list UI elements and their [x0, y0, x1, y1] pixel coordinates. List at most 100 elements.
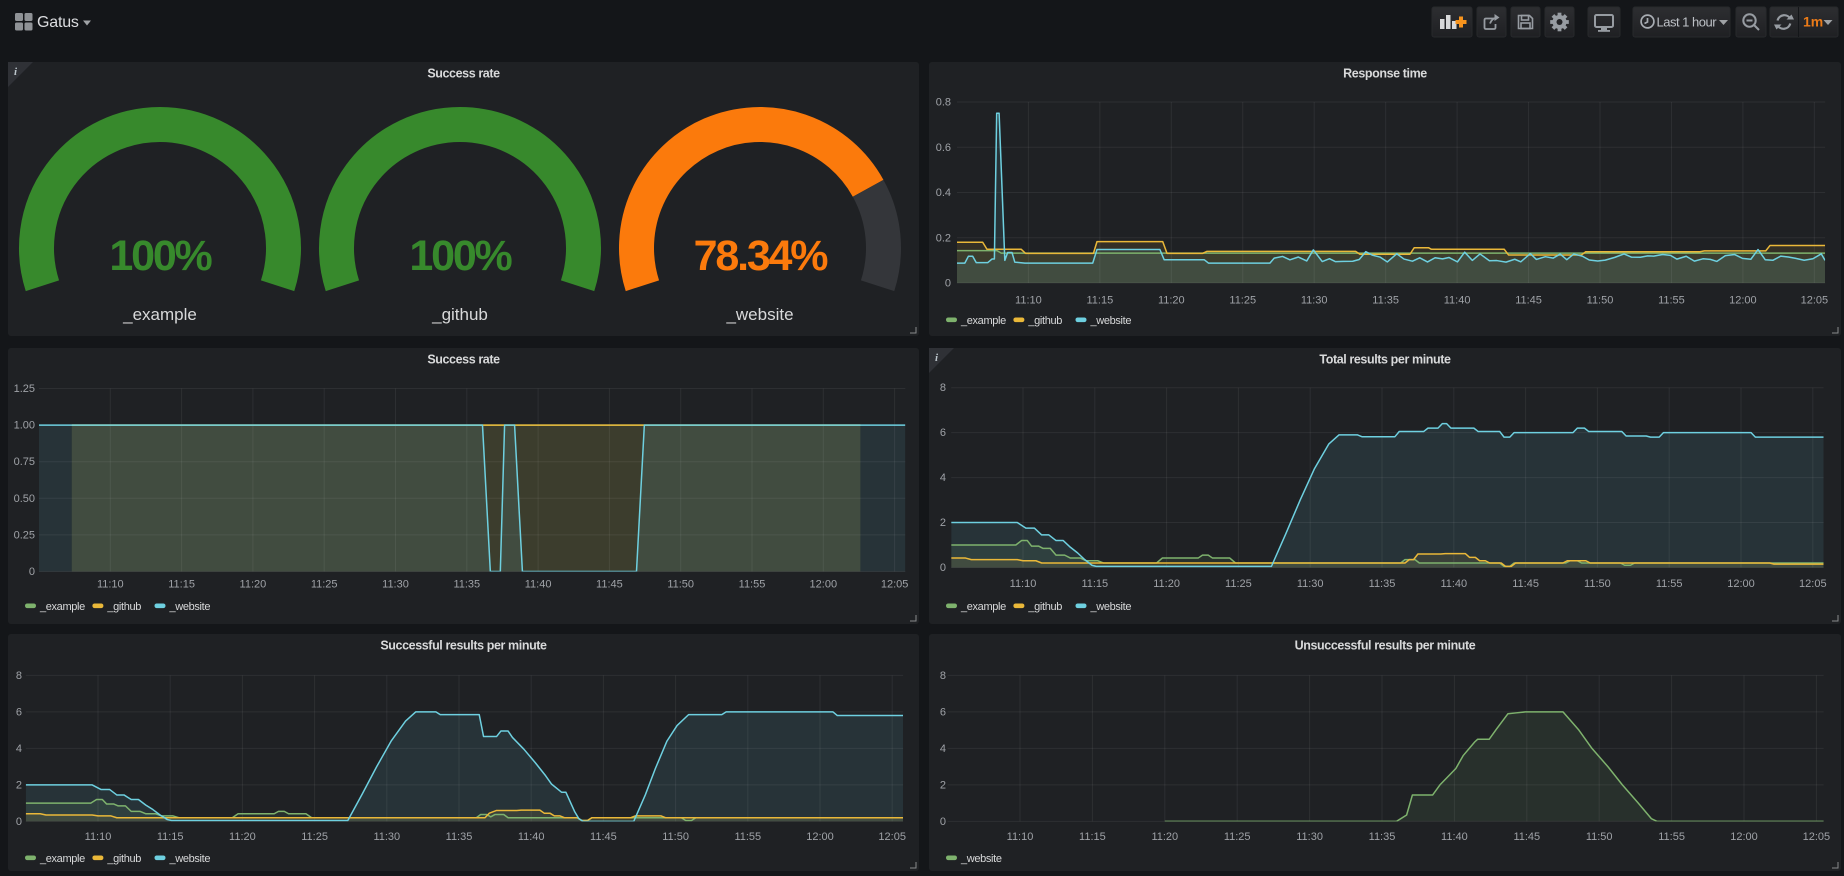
svg-text:11:10: 11:10	[85, 831, 112, 843]
svg-text:2: 2	[940, 517, 946, 529]
svg-text:0.50: 0.50	[14, 493, 35, 505]
svg-text:_example: _example	[39, 601, 85, 613]
svg-text:Success rate: Success rate	[427, 67, 500, 81]
svg-text:4: 4	[940, 743, 946, 755]
svg-text:8: 8	[940, 670, 946, 682]
svg-text:11:10: 11:10	[97, 579, 124, 591]
svg-text:0: 0	[945, 278, 951, 290]
svg-text:12:00: 12:00	[806, 831, 834, 843]
svg-text:_website: _website	[169, 601, 211, 613]
svg-text:_example: _example	[960, 601, 1006, 613]
svg-text:6: 6	[940, 706, 946, 718]
svg-text:11:35: 11:35	[453, 579, 480, 591]
svg-text:1.00: 1.00	[14, 420, 35, 432]
svg-text:4: 4	[940, 472, 946, 484]
svg-text:11:20: 11:20	[240, 579, 267, 591]
svg-text:11:15: 11:15	[157, 831, 184, 843]
svg-text:_github: _github	[1027, 601, 1062, 613]
svg-text:8: 8	[16, 670, 22, 682]
svg-text:11:45: 11:45	[596, 579, 623, 591]
svg-text:11:50: 11:50	[1587, 295, 1614, 307]
svg-text:12:05: 12:05	[1801, 295, 1829, 307]
svg-text:12:00: 12:00	[1729, 295, 1757, 307]
svg-text:0.25: 0.25	[14, 529, 35, 541]
svg-text:11:40: 11:40	[518, 831, 545, 843]
svg-text:11:35: 11:35	[1372, 295, 1399, 307]
svg-text:Success rate: Success rate	[427, 353, 500, 367]
svg-text:Total results per minute: Total results per minute	[1319, 353, 1451, 367]
svg-text:_website: _website	[1090, 315, 1132, 327]
svg-text:0: 0	[16, 816, 22, 828]
svg-text:11:20: 11:20	[1153, 578, 1180, 590]
svg-text:11:10: 11:10	[1015, 295, 1042, 307]
svg-text:11:55: 11:55	[739, 579, 766, 591]
svg-text:11:55: 11:55	[1658, 295, 1685, 307]
svg-text:12:05: 12:05	[881, 579, 909, 591]
svg-text:Last 1 hour: Last 1 hour	[1657, 15, 1718, 30]
svg-text:11:20: 11:20	[1151, 831, 1178, 843]
svg-text:11:50: 11:50	[662, 831, 689, 843]
svg-text:0.6: 0.6	[936, 142, 951, 154]
svg-text:1.25: 1.25	[14, 383, 35, 395]
svg-text:0.2: 0.2	[936, 232, 951, 244]
svg-text:11:30: 11:30	[382, 579, 409, 591]
svg-text:100%: 100%	[109, 232, 212, 280]
svg-text:_website: _website	[169, 853, 211, 865]
svg-text:12:05: 12:05	[878, 831, 906, 843]
svg-text:Successful results per minute: Successful results per minute	[380, 639, 547, 653]
svg-text:_github: _github	[1027, 315, 1062, 327]
svg-text:2: 2	[940, 779, 946, 791]
svg-text:6: 6	[16, 706, 22, 718]
svg-text:12:05: 12:05	[1799, 578, 1827, 590]
svg-text:11:15: 11:15	[1086, 295, 1113, 307]
svg-text:1m: 1m	[1803, 14, 1823, 30]
svg-text:12:00: 12:00	[1727, 578, 1755, 590]
svg-text:11:15: 11:15	[168, 579, 195, 591]
svg-text:12:05: 12:05	[1803, 831, 1831, 843]
svg-text:11:40: 11:40	[1444, 295, 1471, 307]
svg-text:0.8: 0.8	[936, 97, 951, 109]
svg-text:11:55: 11:55	[1656, 578, 1683, 590]
svg-text:0.75: 0.75	[14, 456, 35, 468]
svg-text:0.4: 0.4	[936, 187, 951, 199]
svg-text:_example: _example	[39, 853, 85, 865]
svg-text:11:20: 11:20	[1158, 295, 1185, 307]
svg-text:_website: _website	[725, 305, 793, 324]
svg-text:_github: _github	[106, 853, 141, 865]
svg-text:11:45: 11:45	[1512, 578, 1539, 590]
svg-text:11:40: 11:40	[525, 579, 552, 591]
svg-text:0: 0	[940, 562, 946, 574]
svg-text:_github: _github	[431, 305, 488, 324]
svg-text:_github: _github	[106, 601, 141, 613]
svg-text:11:35: 11:35	[1369, 578, 1396, 590]
svg-text:11:25: 11:25	[301, 831, 328, 843]
svg-text:11:15: 11:15	[1079, 831, 1106, 843]
svg-text:11:55: 11:55	[1658, 831, 1685, 843]
svg-text:11:50: 11:50	[1584, 578, 1611, 590]
svg-text:2: 2	[16, 779, 22, 791]
svg-text:4: 4	[16, 743, 22, 755]
svg-text:11:45: 11:45	[590, 831, 617, 843]
svg-text:11:35: 11:35	[1369, 831, 1396, 843]
svg-text:78.34%: 78.34%	[694, 232, 829, 280]
svg-text:11:25: 11:25	[1229, 295, 1256, 307]
svg-text:6: 6	[940, 427, 946, 439]
svg-text:11:50: 11:50	[1586, 831, 1613, 843]
svg-text:11:25: 11:25	[311, 579, 338, 591]
svg-text:11:35: 11:35	[446, 831, 473, 843]
svg-text:11:30: 11:30	[1296, 831, 1323, 843]
svg-text:11:45: 11:45	[1513, 831, 1540, 843]
svg-text:11:30: 11:30	[1297, 578, 1324, 590]
svg-text:Unsuccessful results per minut: Unsuccessful results per minute	[1295, 639, 1476, 653]
svg-text:11:25: 11:25	[1225, 578, 1252, 590]
svg-text:8: 8	[940, 382, 946, 394]
svg-text:11:30: 11:30	[373, 831, 400, 843]
svg-text:_website: _website	[960, 853, 1002, 865]
svg-text:11:45: 11:45	[1515, 295, 1542, 307]
svg-text:0: 0	[29, 566, 35, 578]
svg-text:0: 0	[940, 816, 946, 828]
svg-text:11:40: 11:40	[1441, 831, 1468, 843]
svg-text:11:55: 11:55	[734, 831, 761, 843]
svg-text:_example: _example	[122, 305, 197, 324]
svg-text:_example: _example	[960, 315, 1006, 327]
